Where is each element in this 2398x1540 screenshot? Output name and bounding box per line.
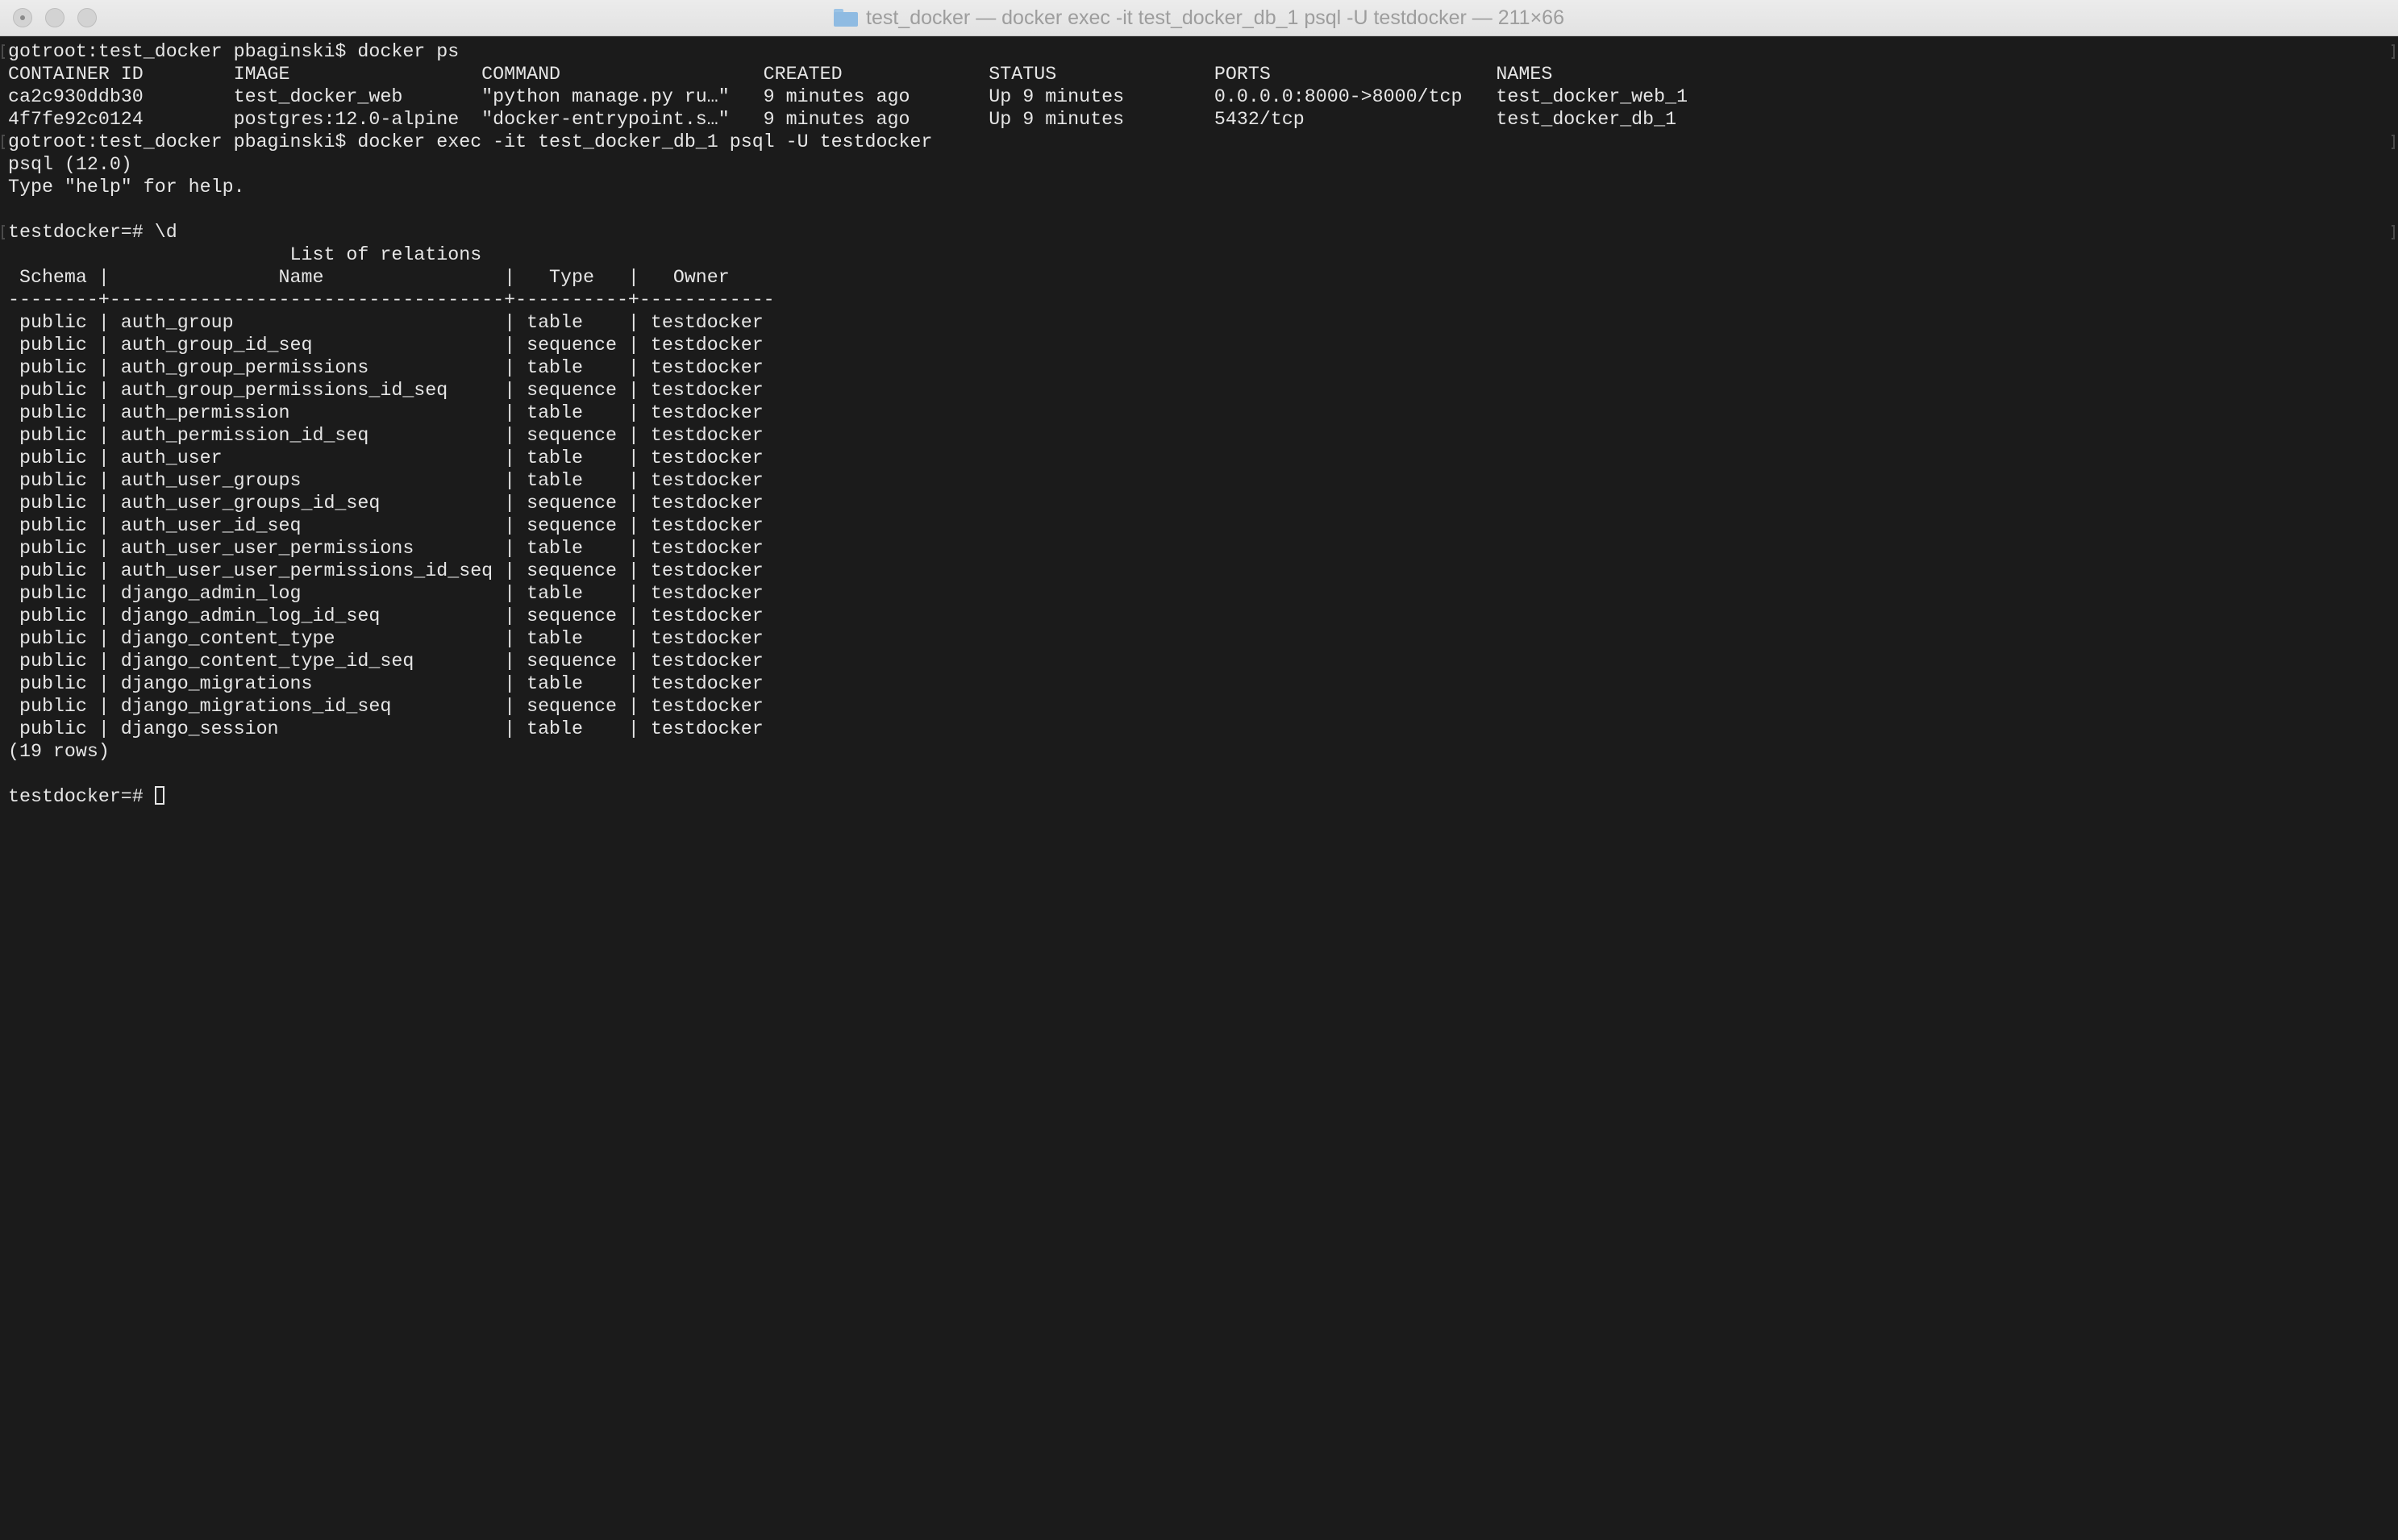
terminal-line: public | auth_user_groups | table | test… bbox=[8, 470, 764, 491]
command-mark-icon bbox=[2392, 225, 2395, 239]
terminal-line: psql (12.0) bbox=[8, 154, 132, 175]
terminal-line: public | auth_group_permissions | table … bbox=[8, 357, 764, 378]
command-mark-icon bbox=[2392, 135, 2395, 149]
terminal-line: public | django_admin_log | table | test… bbox=[8, 583, 764, 604]
terminal-line: public | auth_user_groups_id_seq | seque… bbox=[8, 493, 764, 514]
command-mark-icon bbox=[2, 44, 5, 59]
terminal-line: CONTAINER ID IMAGE COMMAND CREATED STATU… bbox=[8, 64, 1553, 85]
terminal-line: ca2c930ddb30 test_docker_web "python man… bbox=[8, 86, 1688, 107]
terminal-line: public | django_migrations_id_seq | sequ… bbox=[8, 696, 764, 717]
terminal-window: test_docker — docker exec -it test_docke… bbox=[0, 0, 2398, 1540]
terminal-line: public | django_migrations | table | tes… bbox=[8, 673, 764, 694]
terminal-line: public | auth_permission | table | testd… bbox=[8, 402, 764, 423]
terminal-line: public | auth_user_user_permissions | ta… bbox=[8, 538, 764, 559]
terminal-line: public | auth_group | table | testdocker bbox=[8, 312, 764, 333]
terminal-line: Type "help" for help. bbox=[8, 177, 245, 198]
folder-icon bbox=[834, 9, 859, 27]
terminal-line: public | auth_user_user_permissions_id_s… bbox=[8, 560, 764, 581]
terminal-line: public | django_content_type_id_seq | se… bbox=[8, 651, 764, 672]
psql-prompt: testdocker=# bbox=[8, 786, 155, 807]
window-title: test_docker — docker exec -it test_docke… bbox=[866, 6, 1564, 29]
command-mark-icon bbox=[2, 135, 5, 149]
title-bar[interactable]: test_docker — docker exec -it test_docke… bbox=[0, 0, 2398, 36]
terminal-line: --------+-------------------------------… bbox=[8, 289, 775, 310]
window-title-container: test_docker — docker exec -it test_docke… bbox=[0, 0, 2398, 36]
terminal-line: public | auth_permission_id_seq | sequen… bbox=[8, 425, 764, 446]
terminal-line: (19 rows) bbox=[8, 741, 110, 762]
terminal-line: public | auth_user_id_seq | sequence | t… bbox=[8, 515, 764, 536]
terminal-line: Schema | Name | Type | Owner bbox=[8, 267, 730, 288]
terminal-line: public | django_content_type | table | t… bbox=[8, 628, 764, 649]
terminal-line: gotroot:test_docker pbaginski$ docker ps bbox=[8, 41, 460, 62]
command-mark-icon bbox=[2, 225, 5, 239]
terminal-output[interactable]: gotroot:test_docker pbaginski$ docker ps… bbox=[8, 40, 2379, 1532]
terminal-line: public | django_session | table | testdo… bbox=[8, 718, 764, 739]
terminal-line: List of relations bbox=[8, 244, 482, 265]
terminal-line: public | django_admin_log_id_seq | seque… bbox=[8, 606, 764, 626]
text-cursor-icon bbox=[154, 786, 164, 805]
terminal-line: 4f7fe92c0124 postgres:12.0-alpine "docke… bbox=[8, 109, 1677, 130]
terminal-line: testdocker=# \d bbox=[8, 222, 177, 243]
terminal-line: gotroot:test_docker pbaginski$ docker ex… bbox=[8, 131, 933, 152]
command-mark-icon bbox=[2392, 44, 2395, 59]
prompt-line[interactable]: testdocker=# bbox=[8, 785, 2379, 808]
terminal-line: public | auth_user | table | testdocker bbox=[8, 447, 764, 468]
terminal-line: public | auth_group_permissions_id_seq |… bbox=[8, 380, 764, 401]
terminal-line: public | auth_group_id_seq | sequence | … bbox=[8, 335, 764, 356]
